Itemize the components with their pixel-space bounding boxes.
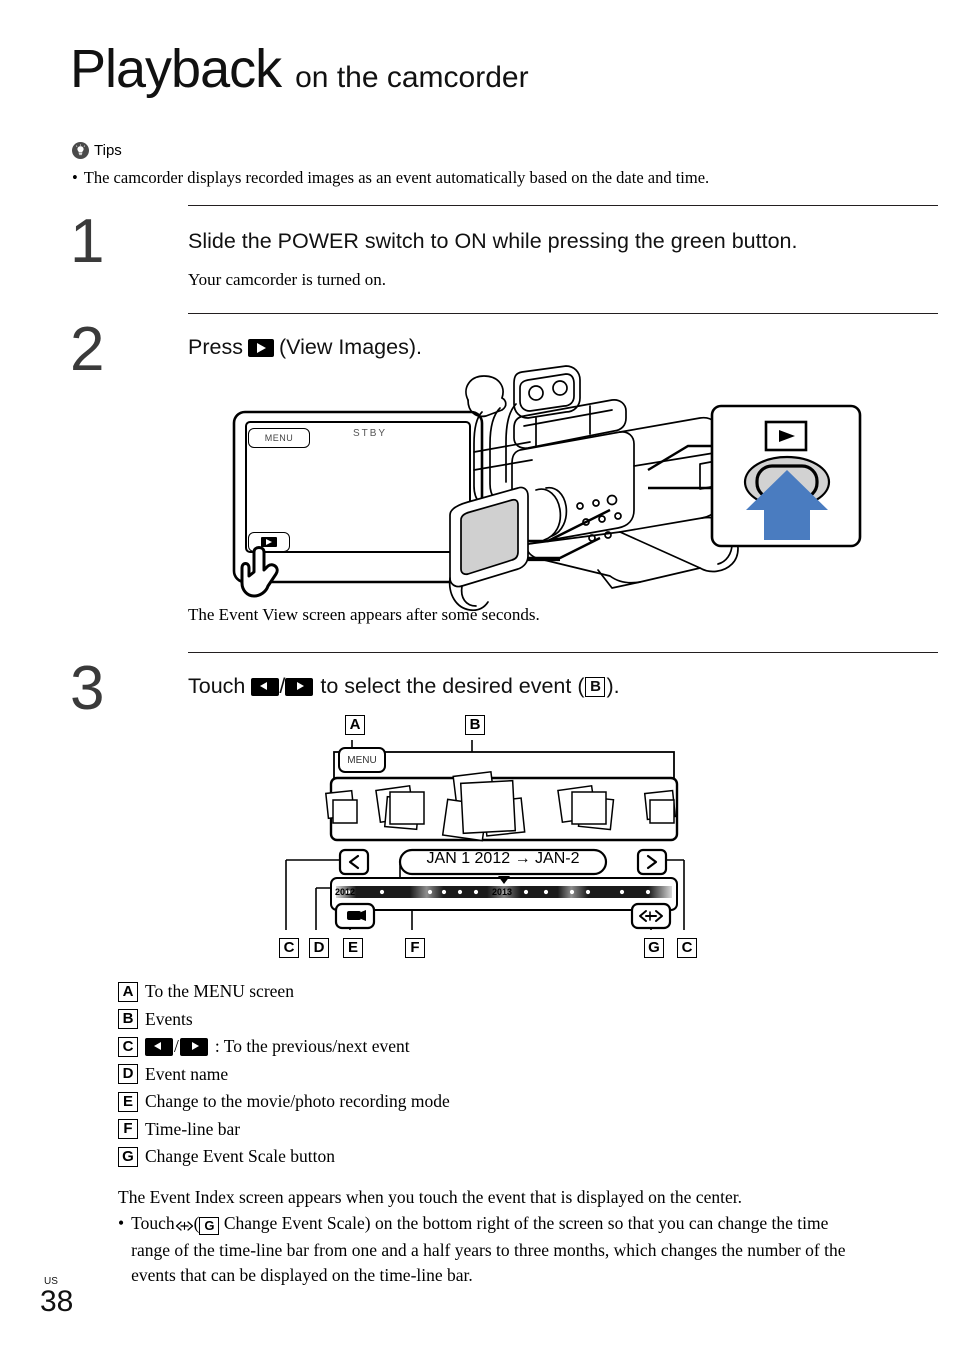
ref-letter-g: G [199, 1217, 220, 1235]
tips-label: Tips [94, 142, 122, 159]
ref-letter-b: B [585, 676, 606, 697]
closing-paragraph: The Event Index screen appears when you … [118, 1187, 742, 1207]
callout-letter-a: A [345, 715, 365, 735]
step-1-rule [188, 205, 938, 206]
previous-event-icon [145, 1037, 173, 1056]
left-right-arrow-icon [175, 1213, 194, 1238]
legend-item-g: G Change Event Scale button [118, 1143, 450, 1171]
step-2-title-after: (View Images). [278, 335, 422, 359]
legend-text-e: Change to the movie/photo recording mode [145, 1091, 450, 1112]
next-event-icon [285, 677, 314, 696]
step-1-body: Your camcorder is turned on. [188, 270, 386, 289]
legend-text-a: To the MENU screen [145, 981, 294, 1002]
timeline-end-year: 2013 [492, 887, 513, 897]
callout-letter-b: B [465, 715, 485, 735]
legend-text-g: Change Event Scale button [145, 1146, 336, 1167]
tips-bullet-text: The camcorder displays recorded images a… [83, 168, 710, 187]
legend-key-b: B [118, 1009, 138, 1030]
closing-bullet-after: Change Event Scale) on the bottom right … [131, 1213, 846, 1285]
callout-letter-c-left: C [279, 938, 299, 958]
lightbulb-icon [72, 142, 89, 159]
play-button-callout [710, 404, 862, 548]
eventview-menu-button[interactable]: MENU [338, 747, 386, 773]
legend-item-a: A To the MENU screen [118, 978, 450, 1006]
legend-text-b: Events [145, 1008, 193, 1029]
legend-key-f: F [118, 1119, 138, 1140]
page-number: US 38 [40, 1276, 73, 1317]
legend-item-e: E Change to the movie/photo recording mo… [118, 1088, 450, 1116]
page-title-main: Playback [70, 39, 282, 99]
closing-bullet-before: Touch [131, 1213, 175, 1233]
previous-event-icon [251, 677, 280, 696]
step-3-rule [188, 652, 938, 653]
legend-text-f: Time-line bar [145, 1118, 241, 1139]
view-images-icon [247, 338, 274, 357]
legend-key-g: G [118, 1146, 138, 1167]
callout-letter-g: G [644, 938, 664, 958]
callout-letter-c-right: C [677, 938, 697, 958]
tips-bullet: • The camcorder displays recorded images … [72, 168, 709, 188]
step-3-title-middle: to select the desired event ( [320, 674, 585, 698]
legend-key-a: A [118, 981, 138, 1002]
bullet-dot: • [118, 1213, 125, 1233]
page-number-value: 38 [40, 1285, 74, 1318]
step-1-number: 1 [70, 207, 105, 276]
step-2-rule [188, 313, 938, 314]
pointing-hand-icon [240, 546, 279, 598]
closing-bullet: • Touch (G Change Event Scale) on the bo… [118, 1211, 878, 1288]
closing-bullet-body: Touch (G Change Event Scale) on the bott… [131, 1211, 866, 1288]
record-mode-button [334, 902, 376, 930]
closing-section: The Event Index screen appears when you … [118, 1185, 878, 1288]
callout-letter-d: D [309, 938, 329, 958]
tips-heading: Tips [72, 142, 122, 159]
step-3-number: 3 [70, 654, 105, 723]
timeline-start-year: 2012 [335, 887, 356, 897]
legend-slash: / [174, 1036, 179, 1057]
event-name-label: JAN 1 2012 → JAN-2 [426, 850, 580, 867]
legend-item-b: B Events [118, 1006, 450, 1034]
legend-item-f: F Time-line bar [118, 1116, 450, 1144]
change-event-scale-button [630, 902, 672, 930]
legend-key-d: D [118, 1064, 138, 1085]
next-event-button [636, 848, 668, 876]
prev-event-button [338, 848, 370, 876]
legend-list: A To the MENU screen B Events C / : To t… [118, 978, 450, 1171]
legend-text-c: : To the previous/next event [214, 1036, 410, 1057]
legend-item-d: D Event name [118, 1061, 450, 1089]
legend-key-c: C [118, 1036, 138, 1057]
lcd-menu-button[interactable]: MENU [248, 428, 310, 448]
legend-text-d: Event name [145, 1063, 229, 1084]
step-2-title: Press (View Images). [188, 335, 422, 360]
step-1-title: Slide the POWER switch to ON while press… [188, 229, 798, 253]
step-3-title: Touch / to select the desired event ( B … [188, 674, 620, 699]
step-2-title-before: Press [188, 335, 243, 359]
next-event-icon [179, 1037, 208, 1056]
legend-item-c: C / : To the previous/next event [118, 1033, 450, 1061]
callout-letter-e: E [343, 938, 363, 958]
page-title-sub: on the camcorder [295, 61, 529, 94]
step-3-title-after: ). [606, 674, 620, 698]
step-1: 1 Slide the POWER switch to ON while pre… [70, 205, 938, 315]
step-3-title-before: Touch [188, 674, 246, 698]
bullet-dot: • [72, 168, 78, 187]
lcd-status-text: STBY [352, 428, 388, 439]
legend-key-e: E [118, 1091, 138, 1112]
page-title: Playback on the camcorder [70, 42, 529, 96]
callout-letter-f: F [405, 938, 425, 958]
